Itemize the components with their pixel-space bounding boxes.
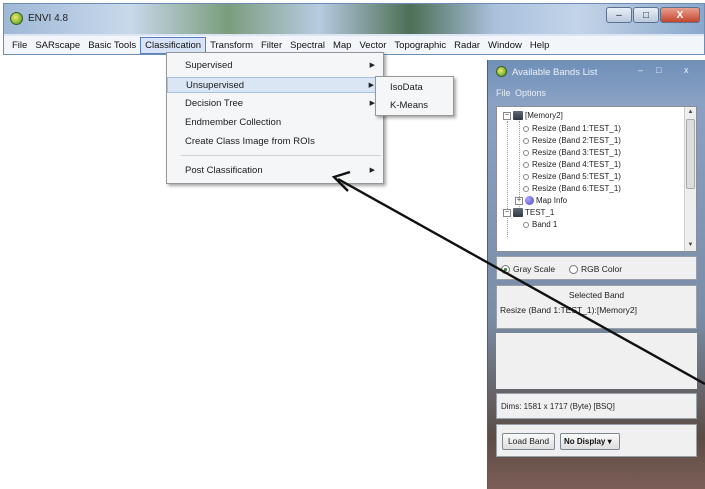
annotation-arrow <box>331 170 705 386</box>
arrow-shaft <box>337 177 705 386</box>
